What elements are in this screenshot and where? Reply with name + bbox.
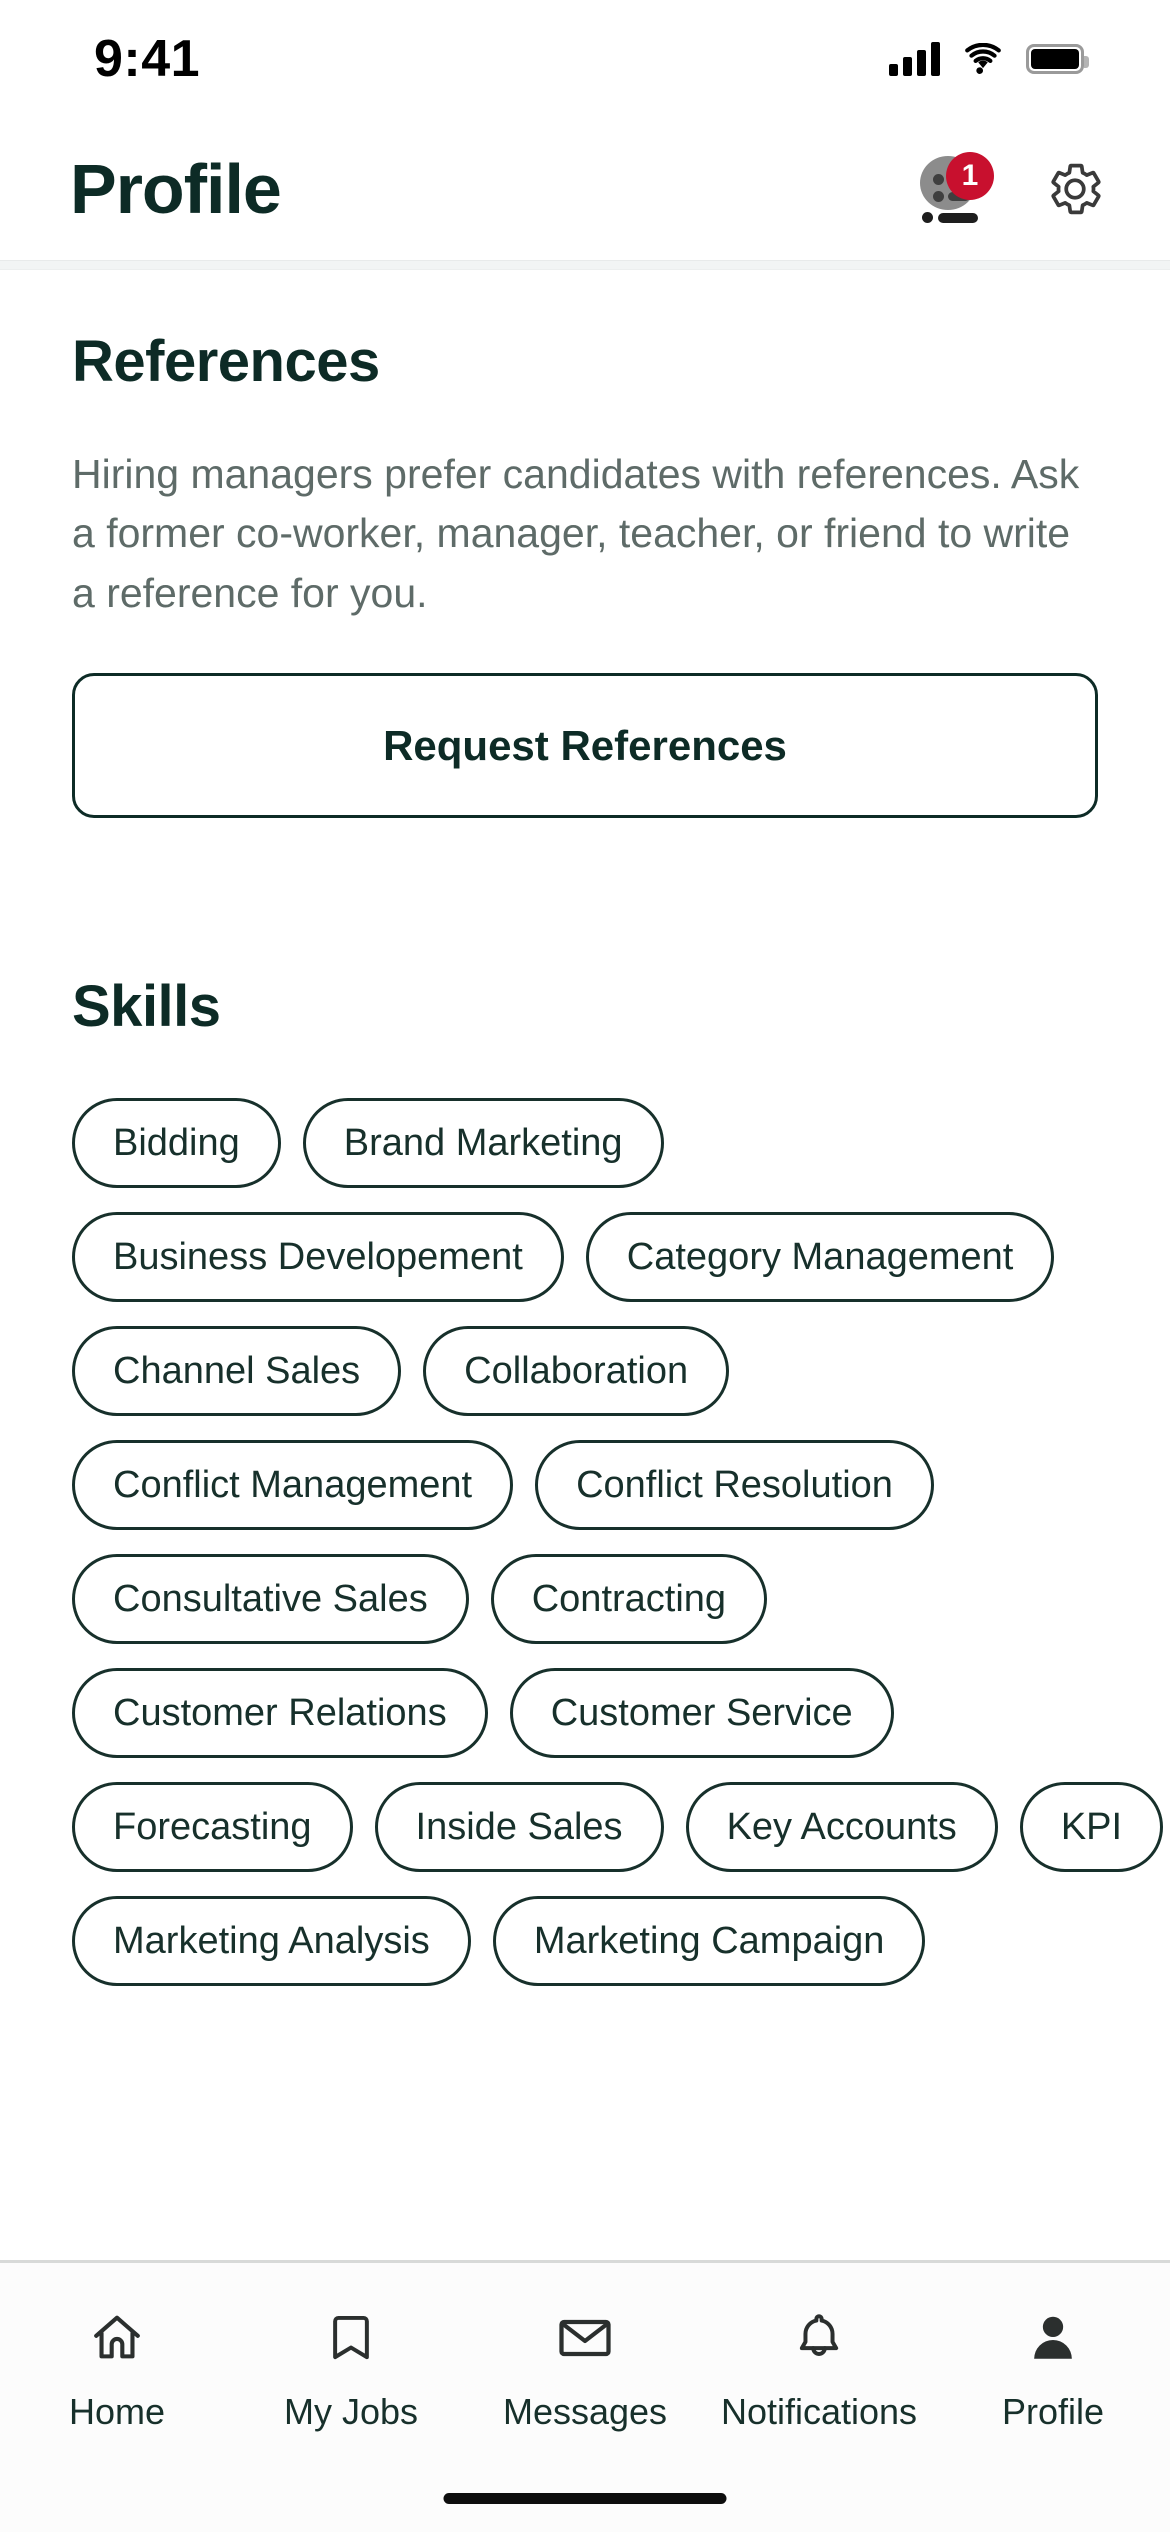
page-header: Profile 1 [0, 118, 1170, 260]
wifi-icon [965, 43, 1001, 74]
skill-chip[interactable]: Forecasting [72, 1782, 353, 1873]
references-section-title: References [72, 329, 380, 394]
skill-chip[interactable]: Consultative Sales [72, 1554, 469, 1645]
skill-chip[interactable]: KPI [1019, 1782, 1164, 1873]
chat-tail-shape [922, 212, 978, 223]
skill-chip[interactable]: Customer Relations [72, 1668, 488, 1759]
page-title: Profile [70, 150, 282, 228]
gear-icon[interactable] [1044, 158, 1106, 220]
bookmark-icon [323, 2307, 379, 2369]
request-references-button[interactable]: Request References [72, 673, 1098, 819]
tab-profile[interactable]: Profile [953, 2307, 1153, 2433]
skill-chip[interactable]: Conflict Resolution [535, 1440, 934, 1531]
chat-avatar-icon[interactable]: 1 [920, 152, 994, 224]
tab-label: My Jobs [283, 2391, 419, 2432]
tab-home[interactable]: Home [17, 2307, 217, 2433]
person-filled-icon [1024, 2307, 1082, 2369]
envelope-icon [555, 2307, 615, 2369]
references-description: Hiring managers prefer candidates with r… [72, 451, 1080, 616]
skill-chip[interactable]: Marketing Campaign [492, 1896, 926, 1987]
skill-chip[interactable]: Customer Service [509, 1668, 894, 1759]
tab-messages[interactable]: Messages [485, 2307, 685, 2433]
skill-chip[interactable]: Category Management [585, 1212, 1055, 1303]
home-indicator [443, 2493, 727, 2504]
skill-chip[interactable]: Inside Sales [374, 1782, 664, 1873]
skill-chip[interactable]: Bidding [72, 1098, 281, 1189]
messages-badge: 1 [946, 152, 994, 200]
skills-section-title: Skills [72, 974, 221, 1040]
status-bar: 9:41 [0, 0, 1170, 118]
tab-label: Profile [1001, 2391, 1105, 2432]
bottom-tab-bar: Home My Jobs Messages Notifications Profile [0, 2260, 1170, 2532]
skill-chip[interactable]: Channel Sales [72, 1326, 402, 1417]
tab-label: Home [68, 2391, 166, 2432]
cellular-signal-icon [889, 42, 940, 76]
skill-chip[interactable]: Collaboration [423, 1326, 730, 1417]
bell-icon [790, 2307, 848, 2369]
battery-full-icon [1026, 44, 1089, 74]
status-bar-time: 9:41 [94, 30, 201, 88]
skill-chip[interactable]: Contracting [490, 1554, 768, 1645]
header-actions: 1 [920, 152, 1106, 224]
skill-chip[interactable]: Brand Marketing [302, 1098, 664, 1189]
skills-chip-list: Bidding Brand Marketing Business Developem… [72, 1098, 1170, 1987]
tab-my-jobs[interactable]: My Jobs [251, 2307, 451, 2433]
status-bar-indicators [889, 42, 1089, 76]
tab-label: Notifications [720, 2391, 918, 2432]
skill-chip[interactable]: Marketing Analysis [72, 1896, 471, 1987]
tab-notifications[interactable]: Notifications [719, 2307, 919, 2433]
profile-scroll-content[interactable]: References Hiring managers prefer candid… [0, 270, 1170, 2260]
skill-chip[interactable]: Key Accounts [685, 1782, 998, 1873]
home-icon [88, 2307, 146, 2369]
tab-label: Messages [502, 2391, 668, 2432]
skill-chip[interactable]: Business Developement [72, 1212, 564, 1303]
header-divider [0, 260, 1170, 270]
skill-chip[interactable]: Conflict Management [72, 1440, 514, 1531]
